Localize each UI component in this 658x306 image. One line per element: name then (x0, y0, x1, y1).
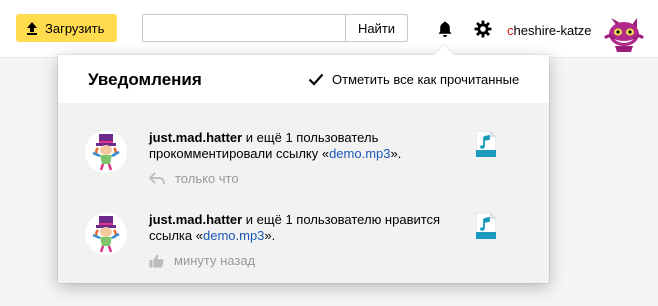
bell-icon[interactable] (436, 20, 454, 38)
user-avatar[interactable] (603, 12, 645, 54)
search-bar: Найти (142, 14, 408, 42)
notification-user[interactable]: just.mad.hatter (149, 212, 242, 227)
checkmark-icon (308, 73, 324, 86)
mark-all-read-label: Отметить все как прочитанные (332, 72, 520, 87)
notifications-title: Уведомления (88, 70, 202, 89)
reply-icon (149, 172, 165, 185)
notification-meta: минуту назад (149, 253, 255, 268)
mark-all-read-button[interactable]: Отметить все как прочитанные (308, 72, 519, 87)
notification-text: just.mad.hatter и ещё 1 пользователь про… (149, 130, 454, 162)
upload-button[interactable]: Загрузить (16, 14, 117, 42)
search-input[interactable] (142, 14, 346, 42)
upload-icon (27, 22, 37, 35)
notification-time: только что (175, 171, 239, 186)
notification-item[interactable]: just.mad.hatter и ещё 1 пользователю нра… (58, 205, 549, 291)
hatter-avatar[interactable] (85, 213, 127, 255)
notifications-popup: Уведомления Отметить все как прочитанные… (58, 55, 549, 283)
notifications-header: Уведомления Отметить все как прочитанные (58, 55, 549, 103)
username-link[interactable]: cheshire-katze (507, 23, 592, 38)
notification-time: минуту назад (174, 253, 256, 268)
search-button[interactable]: Найти (345, 14, 408, 42)
gear-icon[interactable] (474, 20, 492, 38)
username-rest: heshire-katze (513, 23, 592, 38)
notification-item[interactable]: just.mad.hatter и ещё 1 пользователь про… (58, 123, 549, 209)
audio-file-icon[interactable] (476, 213, 496, 239)
notification-file-link[interactable]: demo.mp3 (203, 228, 264, 243)
notification-user[interactable]: just.mad.hatter (149, 130, 242, 145)
audio-file-icon[interactable] (476, 131, 496, 157)
notification-message-end: ». (390, 146, 402, 161)
upload-button-label: Загрузить (45, 20, 105, 36)
notification-meta: только что (149, 171, 239, 186)
top-bar: Загрузить Найти cheshire-katze (0, 0, 658, 58)
notification-text: just.mad.hatter и ещё 1 пользователю нра… (149, 212, 454, 244)
hatter-avatar[interactable] (85, 131, 127, 173)
notification-message-end: ». (264, 228, 276, 243)
notification-file-link[interactable]: demo.mp3 (329, 146, 390, 161)
thumbs-up-icon (149, 254, 164, 267)
